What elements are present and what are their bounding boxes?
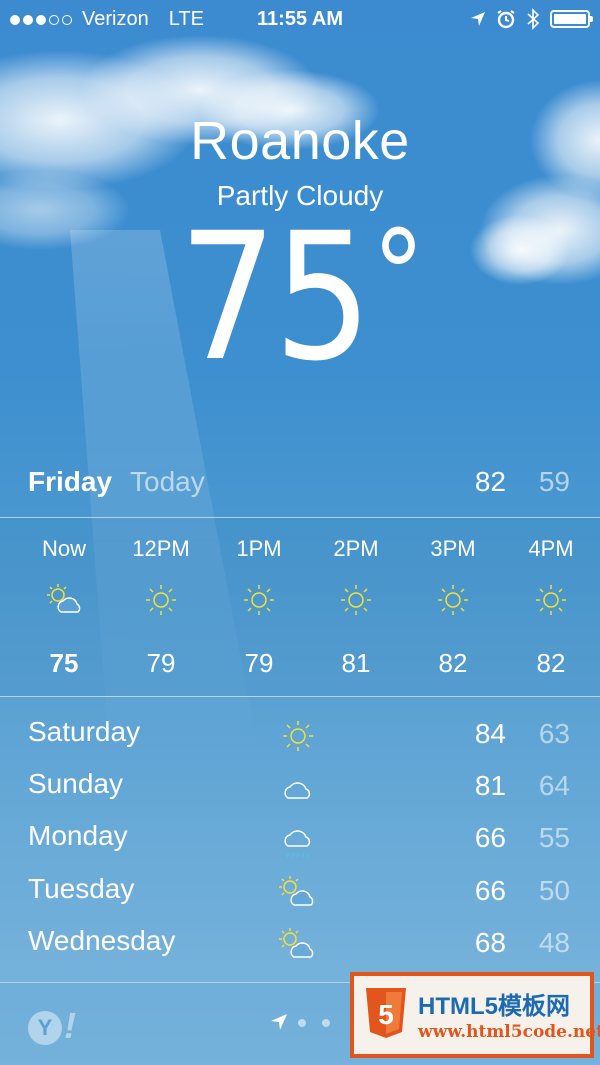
yahoo-logo-button[interactable]: Y ! <box>28 1005 82 1046</box>
day-name: Tuesday <box>28 873 135 904</box>
day-high-temp: 68 <box>474 927 506 958</box>
day-high-temp: 84 <box>474 718 506 749</box>
status-right <box>470 8 593 30</box>
daily-row: Sunday 81 64 <box>0 760 600 812</box>
hour-temp: 75 <box>49 648 79 678</box>
hour-time: 4PM <box>528 536 574 561</box>
html5-shield-label: 5 <box>378 999 394 1030</box>
page-indicator-dot[interactable] <box>322 1019 330 1027</box>
partly-cloudy-icon <box>279 876 314 906</box>
hour-temp: 82 <box>438 648 468 678</box>
hourly-item: 3PM 82 <box>404 518 502 696</box>
hourly-forecast[interactable]: Now 75 12PM 79 1PM 79 2PM 81 3PM 82 4PM … <box>0 518 600 696</box>
bluetooth-icon <box>527 8 540 30</box>
yahoo-logo-icon: Y <box>28 1011 62 1045</box>
hour-time: Now <box>41 536 86 561</box>
status-bar: Verizon LTE 11:55 AM <box>0 0 600 40</box>
hourly-item: 12PM 79 <box>112 518 210 696</box>
daily-row: Tuesday 66 50 <box>0 865 600 917</box>
day-low-temp: 63 <box>538 718 570 749</box>
divider <box>0 696 600 697</box>
sun-icon <box>341 585 371 615</box>
day-high-temp: 81 <box>474 770 506 801</box>
day-low-temp: 64 <box>538 770 570 801</box>
watermark-url: www.html5code.net <box>418 1022 600 1042</box>
sun-icon <box>146 585 176 615</box>
today-low-temp: 59 <box>538 466 570 497</box>
day-low-temp: 50 <box>538 875 570 906</box>
hour-temp: 81 <box>341 648 371 678</box>
sun-icon <box>244 585 274 615</box>
html5-shield-icon: 5 <box>366 988 406 1038</box>
today-day-name: Friday <box>28 466 113 497</box>
battery-fill <box>554 14 586 24</box>
day-high-temp: 66 <box>474 822 506 853</box>
hour-time: 3PM <box>430 536 476 561</box>
sun-icon <box>536 585 566 615</box>
sun-icon <box>283 721 313 751</box>
hour-time: 2PM <box>333 536 379 561</box>
hourly-item: Now 75 <box>15 518 113 696</box>
html5code-watermark: 5 HTML5模板网 www.html5code.net <box>350 972 600 1058</box>
yahoo-logo-mark: ! <box>64 1005 76 1046</box>
alarm-clock-icon <box>497 10 515 29</box>
city-name: Roanoke <box>190 111 410 171</box>
cloud-icon <box>284 782 311 799</box>
daily-row: Monday 66 55 <box>0 812 600 864</box>
partly-cloudy-icon <box>47 584 81 613</box>
degree-symbol: ° <box>372 206 425 345</box>
current-temperature-value: 75 <box>178 195 373 400</box>
hour-temp: 79 <box>244 648 274 678</box>
today-high-temp: 82 <box>474 466 506 497</box>
location-page-indicator-icon[interactable] <box>270 1013 288 1031</box>
battery-icon <box>550 10 593 28</box>
hour-temp: 82 <box>536 648 566 678</box>
hourly-item: 4PM 82 <box>502 518 600 696</box>
partly-cloudy-icon <box>279 928 314 958</box>
current-temperature: 75° <box>36 210 564 386</box>
hour-time: 12PM <box>132 536 190 561</box>
day-high-temp: 66 <box>474 875 506 906</box>
daily-row: Wednesday 68 48 <box>0 917 600 969</box>
today-label: Today <box>130 466 205 497</box>
hour-temp: 79 <box>146 648 176 678</box>
daily-row: Saturday 84 63 <box>0 708 600 760</box>
rain-cloud-icon <box>284 830 311 858</box>
location-arrow-icon <box>471 12 485 26</box>
day-name: Wednesday <box>28 925 176 956</box>
day-name: Sunday <box>28 768 123 799</box>
day-low-temp: 55 <box>538 822 570 853</box>
hour-time: 1PM <box>236 536 282 561</box>
today-summary-row: Friday Today 82 59 <box>0 462 600 506</box>
page-indicator-dot[interactable] <box>298 1019 306 1027</box>
hourly-item: 1PM 79 <box>210 518 308 696</box>
day-low-temp: 48 <box>538 927 570 958</box>
day-name: Saturday <box>28 716 141 747</box>
hourly-item: 2PM 81 <box>307 518 405 696</box>
day-name: Monday <box>28 820 128 851</box>
sun-icon <box>438 585 468 615</box>
watermark-title: HTML5模板网 <box>418 993 570 1020</box>
